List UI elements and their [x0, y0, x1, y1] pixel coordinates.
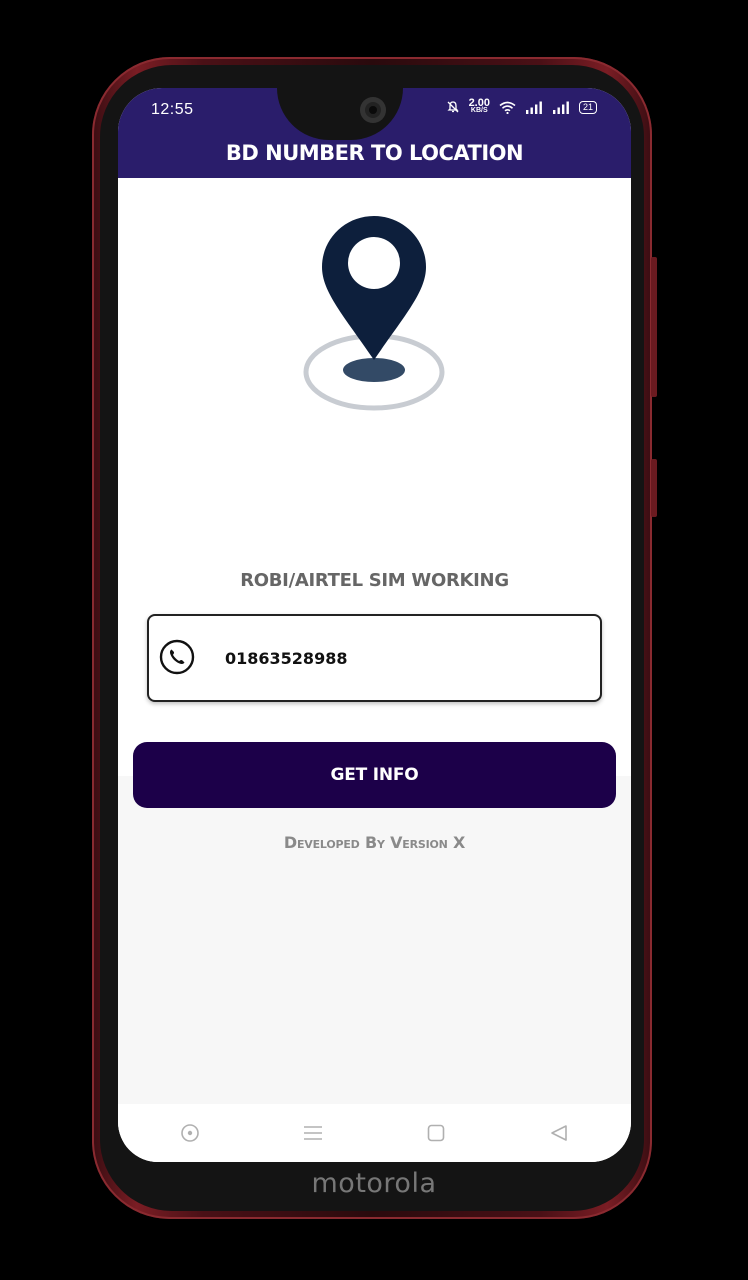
net-speed-unit: KB/S [470, 107, 488, 114]
menu-button[interactable] [293, 1113, 333, 1153]
signal-icon [525, 101, 542, 114]
screen: 12:55 2.00 KB/S 21 BD NUMBER TO LOCATION… [118, 88, 631, 1162]
status-icons: 2.00 KB/S 21 [446, 97, 597, 115]
main-content: ROBI/AIRTEL SIM WORKING GET INFO Develop… [118, 178, 631, 852]
status-time: 12:55 [151, 101, 194, 118]
app-bar: BD NUMBER TO LOCATION [118, 130, 631, 178]
power-button [651, 459, 657, 517]
phone-icon [159, 639, 195, 675]
nav-bar [118, 1104, 631, 1162]
home-button[interactable] [416, 1113, 456, 1153]
device-brand-logo: motorola [311, 1168, 437, 1199]
get-info-button[interactable]: GET INFO [133, 742, 616, 808]
app-title: BD NUMBER TO LOCATION [225, 141, 524, 165]
menu-icon [303, 1126, 322, 1140]
sim-status-label: ROBI/AIRTEL SIM WORKING [240, 570, 509, 591]
net-speed-value: 2.00 [468, 97, 490, 109]
assistant-icon [180, 1124, 199, 1142]
battery-icon: 21 [578, 100, 597, 114]
camera-icon [360, 97, 386, 123]
assistant-button[interactable] [170, 1113, 210, 1153]
developer-credit: Developed By Version X [283, 833, 466, 852]
phone-number-input[interactable] [225, 644, 565, 672]
back-triangle-icon [551, 1125, 568, 1141]
phone-number-box [147, 614, 602, 702]
location-pin-icon [303, 216, 445, 411]
wifi-icon [499, 101, 516, 114]
volume-button [651, 257, 657, 397]
back-button[interactable] [539, 1113, 579, 1153]
net-speed: 2.00 KB/S [468, 97, 490, 115]
mute-bell-icon [446, 101, 459, 113]
home-square-icon [427, 1124, 445, 1142]
signal-icon [552, 101, 569, 114]
